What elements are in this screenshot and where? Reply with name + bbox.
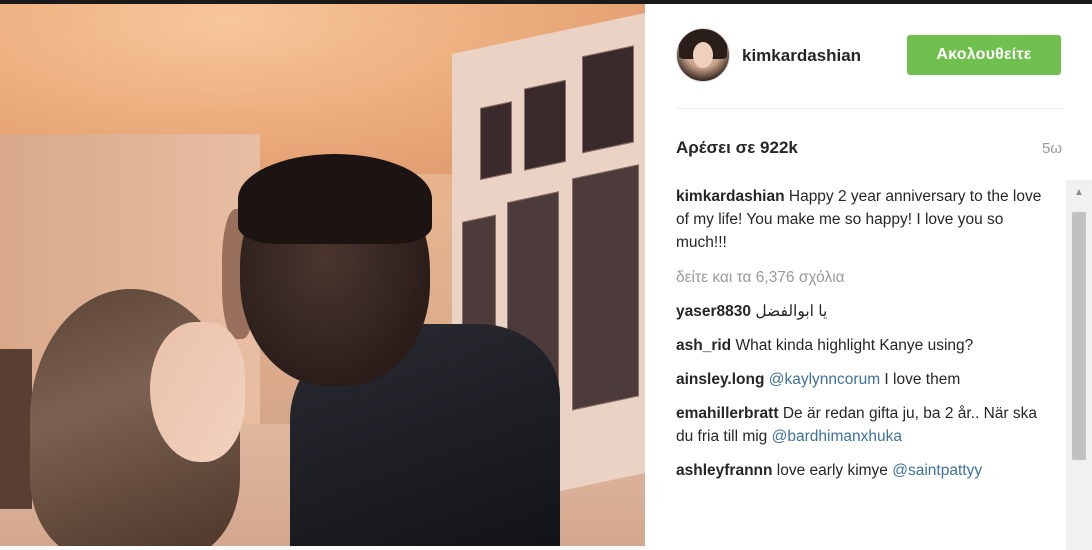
comment-username[interactable]: ashleyfrannn (676, 462, 772, 479)
photo-shelf (0, 349, 32, 509)
photo-woman-face (150, 322, 245, 462)
comment-text: What kinda highlight Kanye using? (735, 337, 974, 354)
post-time[interactable]: 5ω (1042, 140, 1062, 157)
comment-item: ashleyfrannn love early kimye @saintpatt… (676, 459, 1044, 482)
post-photo[interactable] (0, 4, 645, 546)
caption-username[interactable]: kimkardashian (676, 188, 785, 205)
comment-item: emahillerbratt De är redan gifta ju, ba … (676, 402, 1044, 448)
comment-mention[interactable]: @kaylynncorum (769, 371, 880, 388)
comment-mention[interactable]: @saintpattyy (892, 462, 982, 479)
comment-username[interactable]: yaser8830 (676, 303, 751, 320)
view-all-comments-link[interactable]: δείτε και τα 6,376 σχόλια (676, 266, 1044, 289)
window-pane (524, 79, 566, 171)
post-username[interactable]: kimkardashian (742, 46, 861, 66)
comment-mention[interactable]: @bardhimanxhuka (772, 428, 902, 445)
scroll-up-arrow-icon[interactable]: ▲ (1066, 180, 1092, 204)
window-pane (480, 101, 512, 181)
likes-count[interactable]: Αρέσει σε 922k (676, 138, 798, 158)
avatar-face (693, 42, 713, 68)
comment-item: ainsley.long @kaylynncorum I love them (676, 368, 1044, 391)
comment-username[interactable]: ash_rid (676, 337, 731, 354)
post-sidebar: kimkardashian Ακολουθείτε Αρέσει σε 922k… (645, 4, 1092, 550)
window-pane (572, 164, 639, 411)
comment-item: yaser8830 يا ابوالفضل (676, 300, 1044, 323)
comments-list: kimkardashian Happy 2 year anniversary t… (676, 185, 1044, 493)
header-divider (676, 108, 1062, 109)
avatar[interactable] (676, 28, 730, 82)
comment-text: I love them (884, 371, 961, 388)
photo-man-hair (238, 154, 432, 244)
comments-scrollbar[interactable]: ▲ (1066, 180, 1092, 550)
caption: kimkardashian Happy 2 year anniversary t… (676, 185, 1044, 254)
scrollbar-thumb[interactable] (1072, 212, 1086, 460)
window-pane (582, 45, 634, 154)
comment-username[interactable]: emahillerbratt (676, 405, 779, 422)
comment-username[interactable]: ainsley.long (676, 371, 764, 388)
comment-text: love early kimye (776, 462, 888, 479)
comment-item: ash_rid What kinda highlight Kanye using… (676, 334, 1044, 357)
comment-text: يا ابوالفضل (755, 303, 828, 320)
follow-button[interactable]: Ακολουθείτε (907, 35, 1061, 75)
